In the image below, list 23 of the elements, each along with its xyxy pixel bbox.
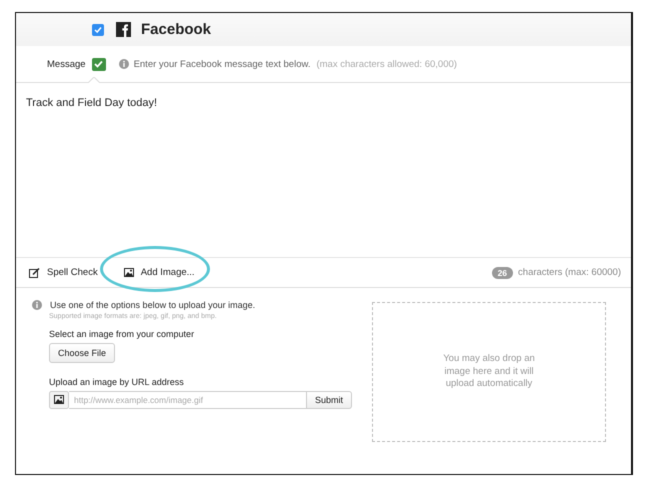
info-icon [118,59,129,69]
pencil-icon [29,268,40,278]
url-label: Upload an image by URL address [49,377,185,387]
character-count: 26 [492,266,514,278]
message-text-area[interactable]: Track and Field Day today! [16,83,631,258]
drop-text: You may also drop an image here and it will upload automatically [442,353,536,391]
hint-text: Enter your Facebook message text below. [134,58,310,70]
facebook-logo-icon [116,22,131,37]
url-field[interactable]: http://www.example.com/image.gif [69,391,307,409]
image-icon [49,391,69,409]
image-icon [124,268,134,277]
computer-label: Select an image from your computer [49,329,196,339]
checkbox[interactable] [92,24,104,36]
info-icon [32,300,42,310]
submit-button[interactable]: Submit [306,391,352,409]
spell-check-button[interactable]: Spell Check [29,267,98,278]
platform-name: Facebook [141,21,212,38]
upload-intro: Use one of the options below to upload your image. [50,300,256,310]
choose-file-button[interactable]: Choose File [49,343,116,363]
limit-note: (max characters allowed: 60,000) [316,58,457,70]
message-label: Message [47,58,86,70]
add-image-button[interactable]: Add Image... [124,267,195,278]
count-label: characters (max: 60000) [518,267,621,278]
